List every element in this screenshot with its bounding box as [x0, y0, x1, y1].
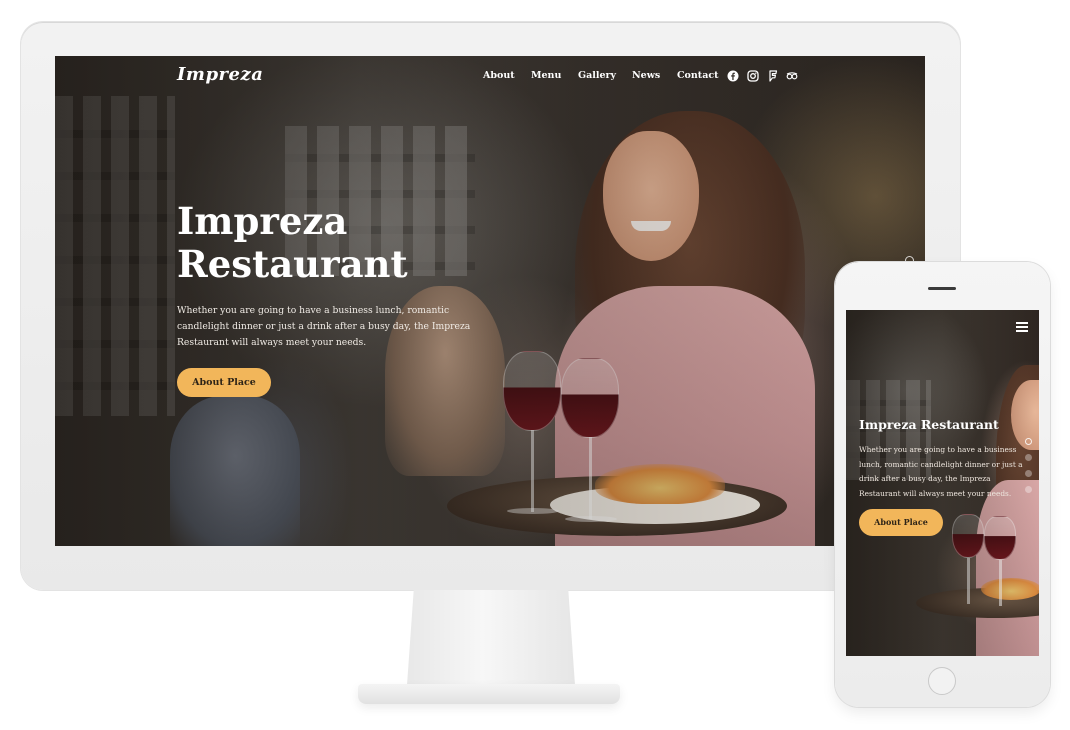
- site-logo[interactable]: Impreza: [177, 64, 263, 85]
- mobile-hero-description: Whether you are going to have a business…: [859, 445, 1023, 498]
- phone-home-button[interactable]: [928, 667, 956, 695]
- mobile-about-place-button[interactable]: About Place: [859, 509, 943, 536]
- foursquare-icon[interactable]: [767, 70, 779, 82]
- hero-title-line-2: Restaurant: [177, 242, 408, 286]
- hero-title: Impreza Restaurant: [177, 200, 497, 286]
- nav-news[interactable]: News: [632, 70, 660, 81]
- nav-contact[interactable]: Contact: [677, 70, 719, 81]
- site-header: Impreza About Menu Gallery News Contact: [55, 56, 925, 100]
- slider-dot-1[interactable]: [1025, 438, 1032, 445]
- desktop-screen: Impreza About Menu Gallery News Contact …: [55, 56, 925, 546]
- instagram-icon[interactable]: [747, 70, 759, 82]
- mobile-hero-title: Impreza Restaurant: [859, 417, 999, 432]
- tripadvisor-icon[interactable]: [786, 70, 798, 82]
- hero-title-line-1: Impreza: [177, 199, 348, 243]
- nav-menu[interactable]: Menu: [531, 70, 561, 81]
- hero-description: Whether you are going to have a business…: [177, 305, 471, 348]
- phone-speaker: [928, 287, 956, 290]
- monitor-stand-base: [358, 684, 620, 704]
- slider-dot-4[interactable]: [1025, 486, 1032, 493]
- facebook-icon[interactable]: [727, 70, 739, 82]
- about-place-button[interactable]: About Place: [177, 368, 271, 397]
- slider-dot-3[interactable]: [1025, 470, 1032, 477]
- hamburger-menu-icon[interactable]: [1016, 322, 1028, 332]
- nav-gallery[interactable]: Gallery: [578, 70, 616, 81]
- monitor-stand-neck: [407, 590, 575, 685]
- hero-overlay: [55, 56, 925, 546]
- slider-dot-2[interactable]: [1025, 454, 1032, 461]
- nav-about[interactable]: About: [483, 70, 515, 81]
- mobile-slider-dots: [1025, 438, 1035, 502]
